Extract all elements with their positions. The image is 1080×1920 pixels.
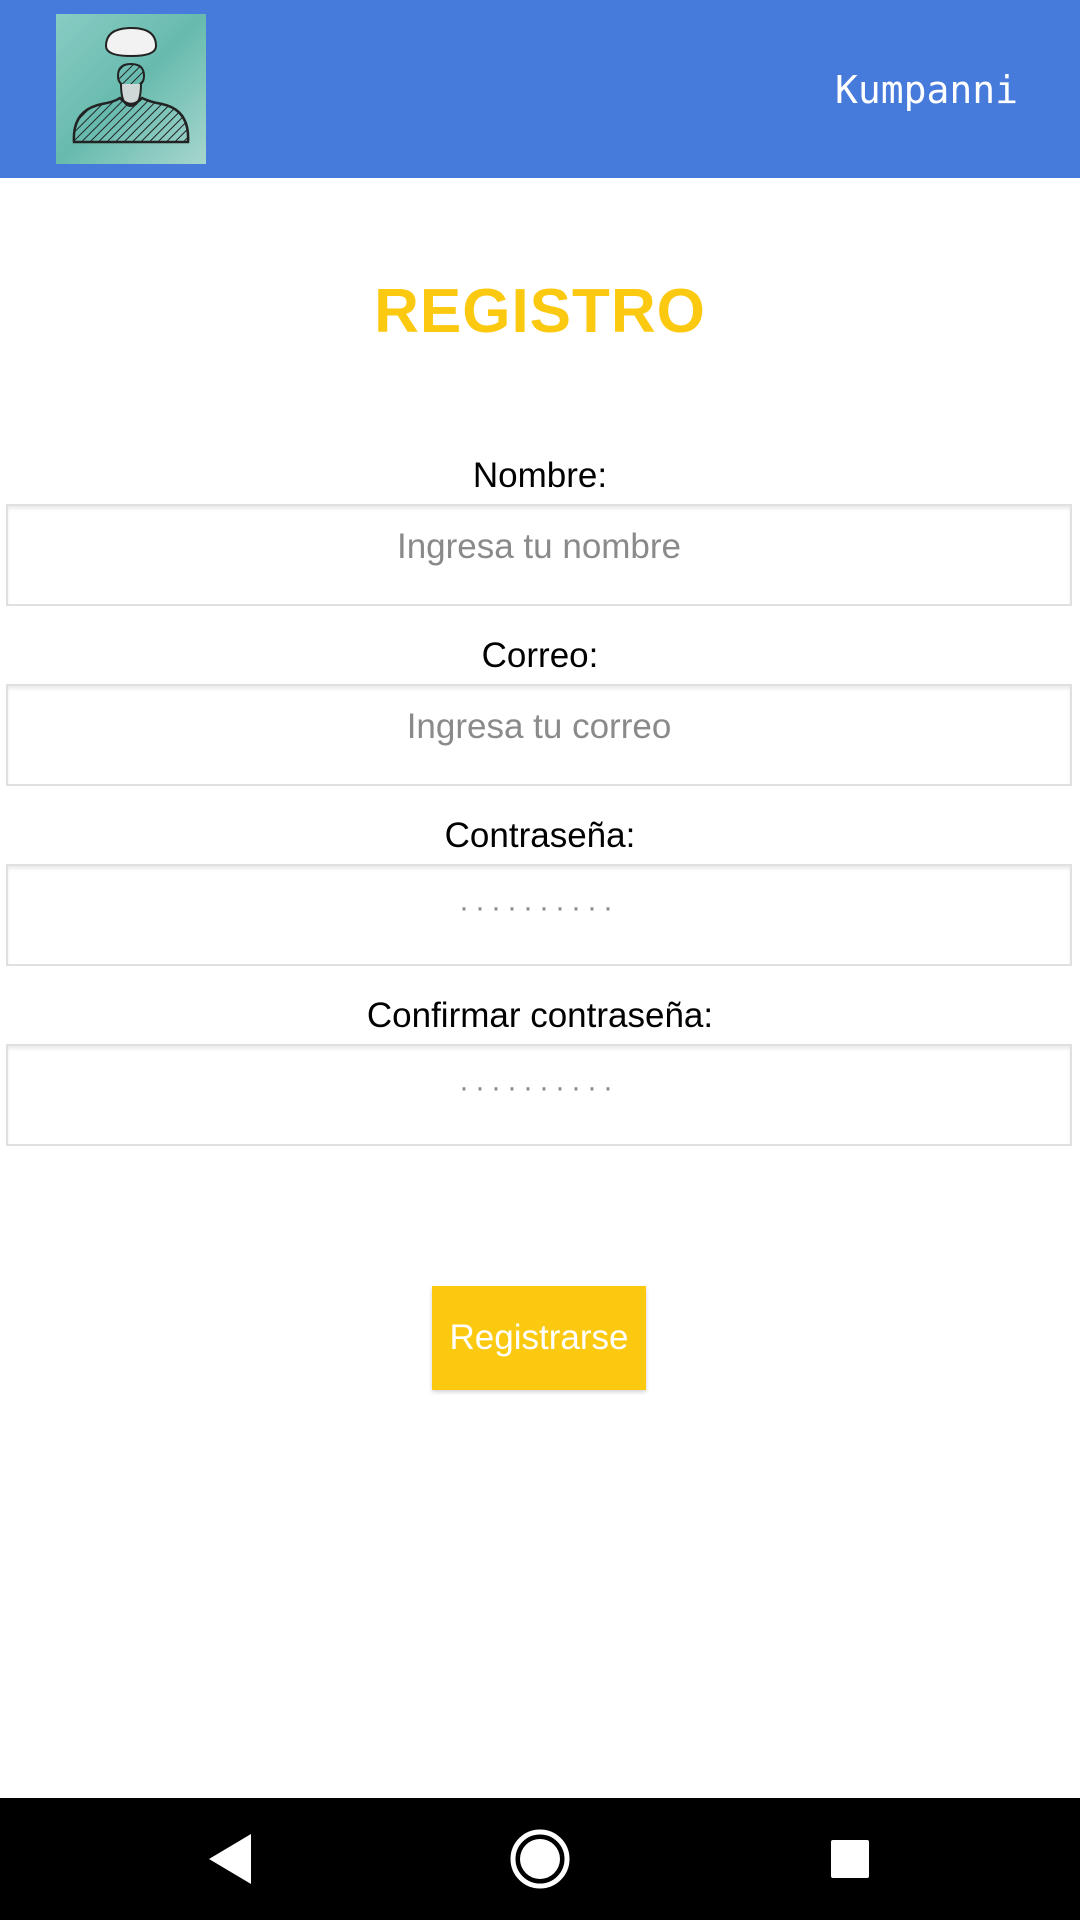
name-placeholder: Ingresa tu nombre	[396, 527, 682, 566]
password-masked-value: ··········	[459, 891, 619, 924]
system-nav-bar	[0, 1798, 1080, 1920]
password-field[interactable]: ··········	[6, 864, 1072, 966]
register-button[interactable]: Registrarse	[432, 1286, 646, 1390]
page-title: REGISTRO	[374, 277, 706, 346]
password-label: Contraseña:	[444, 816, 636, 855]
email-field[interactable]: Ingresa tu correo	[6, 684, 1072, 786]
confirm-password-masked-value: ··········	[459, 1071, 619, 1104]
avatar-sketch-icon[interactable]	[56, 14, 206, 164]
recents-square-icon[interactable]	[780, 1798, 920, 1920]
app-brand-name: Kumpanni	[834, 68, 1018, 112]
email-placeholder: Ingresa tu correo	[406, 707, 672, 746]
confirm-password-label: Confirmar contraseña:	[366, 996, 714, 1035]
app-header: Kumpanni	[0, 0, 1080, 178]
confirm-password-field[interactable]: ··········	[6, 1044, 1072, 1146]
home-circle-icon[interactable]	[470, 1798, 610, 1920]
back-triangle-icon[interactable]	[160, 1798, 300, 1920]
register-screen: Kumpanni REGISTRO Nombre: Ingresa tu nom…	[0, 0, 1080, 1920]
name-label: Nombre:	[472, 456, 608, 495]
email-label: Correo:	[481, 636, 599, 675]
name-field[interactable]: Ingresa tu nombre	[6, 504, 1072, 606]
